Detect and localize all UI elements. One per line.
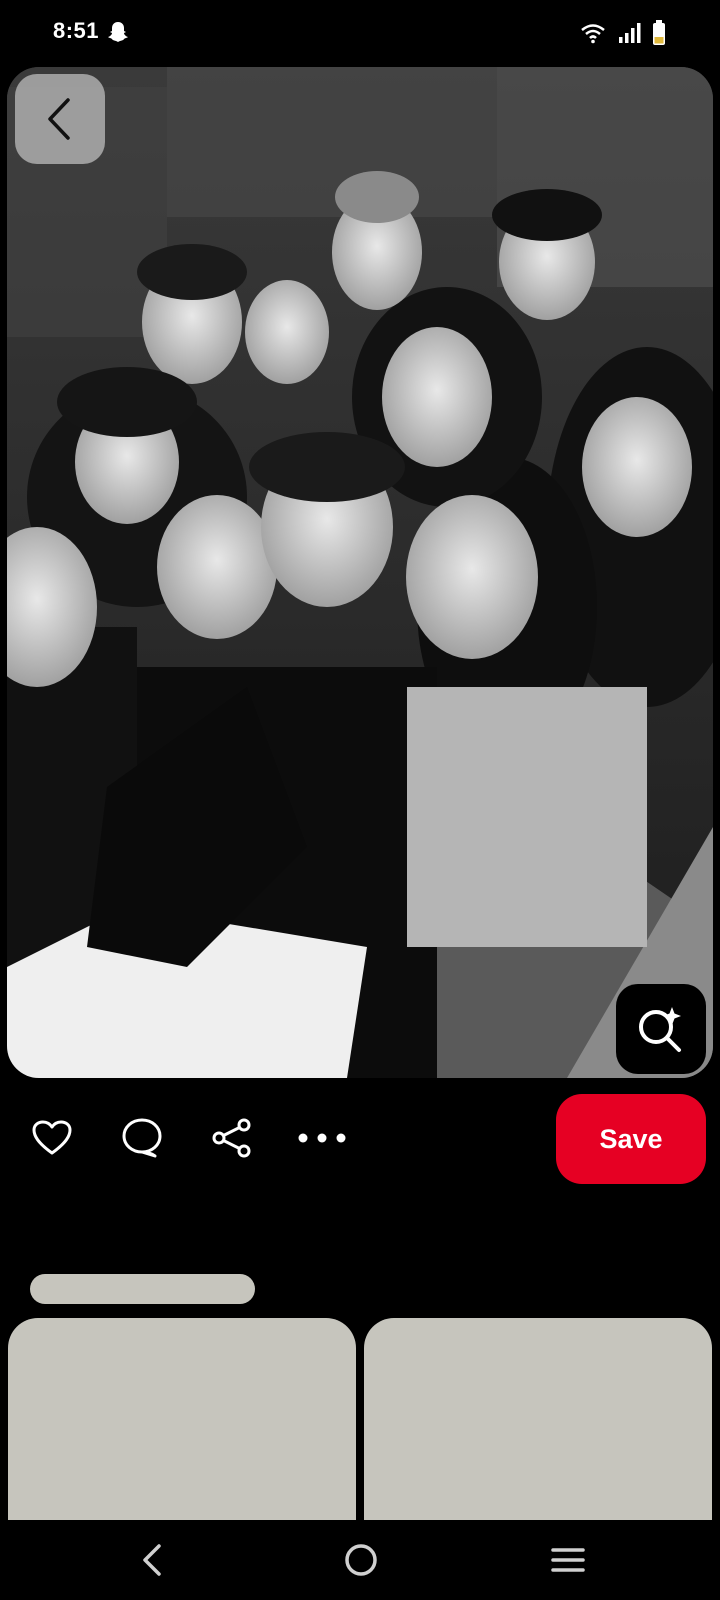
visual-search-icon xyxy=(639,1007,681,1052)
more-options-button[interactable] xyxy=(292,1108,352,1168)
wifi-icon xyxy=(581,24,605,44)
loading-placeholder-title xyxy=(30,1274,255,1304)
like-button[interactable] xyxy=(22,1108,82,1168)
visual-search-button[interactable] xyxy=(616,984,706,1074)
save-button[interactable]: Save xyxy=(556,1094,706,1184)
pin-actions: Save xyxy=(0,1090,720,1190)
pin-image[interactable] xyxy=(7,67,713,1078)
comment-button[interactable] xyxy=(112,1108,172,1168)
status-bar: 8:51 xyxy=(0,0,720,66)
more-icon xyxy=(298,1133,346,1143)
nav-back-button[interactable] xyxy=(122,1532,182,1588)
signal-icon xyxy=(619,23,641,43)
share-button[interactable] xyxy=(202,1108,262,1168)
nav-recents-button[interactable] xyxy=(538,1532,598,1588)
share-icon xyxy=(212,1118,251,1158)
group-selfie-photo xyxy=(7,67,713,1078)
nav-recents-icon xyxy=(551,1548,585,1572)
battery-icon xyxy=(653,20,665,45)
nav-home-button[interactable] xyxy=(331,1532,391,1588)
heart-icon xyxy=(32,1120,72,1155)
status-time: 8:51 xyxy=(53,18,100,43)
comment-icon xyxy=(122,1118,162,1158)
back-button[interactable] xyxy=(15,74,105,164)
loading-placeholder-card xyxy=(8,1318,356,1530)
chevron-left-icon xyxy=(48,98,70,140)
snapchat-icon xyxy=(108,22,128,42)
system-nav-bar xyxy=(0,1520,720,1600)
nav-home-icon xyxy=(345,1544,377,1576)
nav-back-icon xyxy=(143,1544,161,1576)
loading-placeholder-card xyxy=(364,1318,712,1530)
